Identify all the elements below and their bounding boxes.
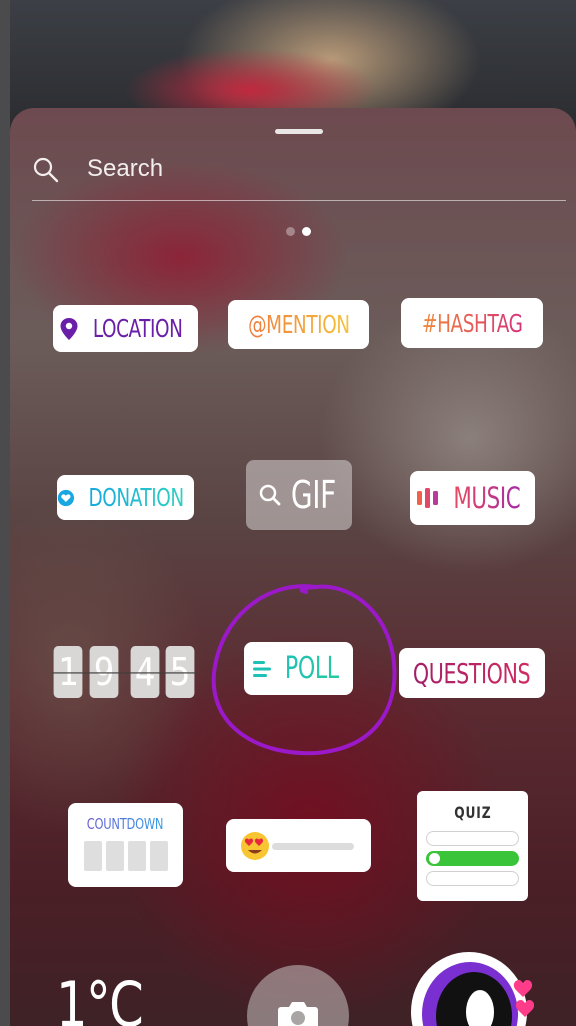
countdown-sticker[interactable]: COUNTDOWN: [68, 803, 183, 887]
hashtag-sticker[interactable]: #HASHTAG: [401, 298, 543, 348]
location-label: LOCATION: [92, 314, 183, 343]
emoji-slider-sticker[interactable]: [226, 819, 371, 872]
location-sticker[interactable]: LOCATION: [53, 305, 198, 352]
countdown-box: [127, 841, 146, 871]
countdown-label: COUNTDOWN: [87, 815, 164, 833]
gif-sticker[interactable]: GIF: [246, 460, 352, 530]
check-icon: [429, 853, 440, 864]
quiz-sticker[interactable]: QUIZ: [417, 791, 528, 901]
camera-icon: [278, 1002, 318, 1026]
location-pin-icon: [60, 317, 78, 340]
donation-label: DONATION: [88, 483, 184, 512]
quiz-option-correct: [426, 851, 519, 866]
donation-sticker[interactable]: DONATION: [57, 475, 194, 520]
quiz-option: [426, 871, 519, 886]
page-dot-1[interactable]: [286, 227, 295, 236]
mention-sticker[interactable]: @MENTION: [228, 300, 369, 349]
hashtag-label: #HASHTAG: [421, 308, 523, 338]
heart-icon: [57, 489, 75, 506]
time-sticker[interactable]: 1 9 4 5: [52, 646, 198, 700]
music-label: MUSIC: [453, 481, 521, 515]
time-divider: [52, 672, 198, 674]
gif-search-icon: [259, 484, 281, 506]
search-icon: [33, 157, 59, 183]
mention-label: @MENTION: [247, 310, 350, 339]
poll-label: POLL: [284, 651, 339, 686]
music-bars-icon: [417, 488, 439, 508]
music-sticker[interactable]: MUSIC: [410, 471, 535, 525]
camera-sticker-button[interactable]: [247, 965, 349, 1026]
temperature-sticker[interactable]: 1°C: [56, 968, 144, 1026]
countdown-box: [149, 841, 168, 871]
page-indicator: [286, 223, 318, 241]
gif-label: GIF: [290, 473, 336, 517]
sticker-tray: Search LOCATION @MENTION #HASHTAG DONATI…: [10, 108, 576, 1026]
face-sticker[interactable]: [404, 950, 534, 1026]
poll-sticker[interactable]: POLL: [244, 642, 353, 695]
slider-track: [272, 843, 354, 850]
questions-label: QUESTIONS: [413, 656, 531, 690]
countdown-boxes: [83, 841, 168, 871]
left-edge: [0, 0, 10, 1026]
countdown-box: [83, 841, 102, 871]
search-placeholder: Search: [87, 155, 164, 182]
poll-lines-icon: [252, 660, 271, 677]
page-dot-2[interactable]: [302, 227, 311, 236]
countdown-box: [105, 841, 124, 871]
search-underline: [32, 200, 566, 201]
quiz-option: [426, 831, 519, 846]
drag-handle[interactable]: [275, 129, 323, 134]
questions-sticker[interactable]: QUESTIONS: [399, 648, 545, 698]
heart-eyes-emoji-icon: [241, 832, 269, 860]
search-bar[interactable]: Search: [32, 152, 566, 202]
quiz-label: QUIZ: [453, 803, 492, 822]
